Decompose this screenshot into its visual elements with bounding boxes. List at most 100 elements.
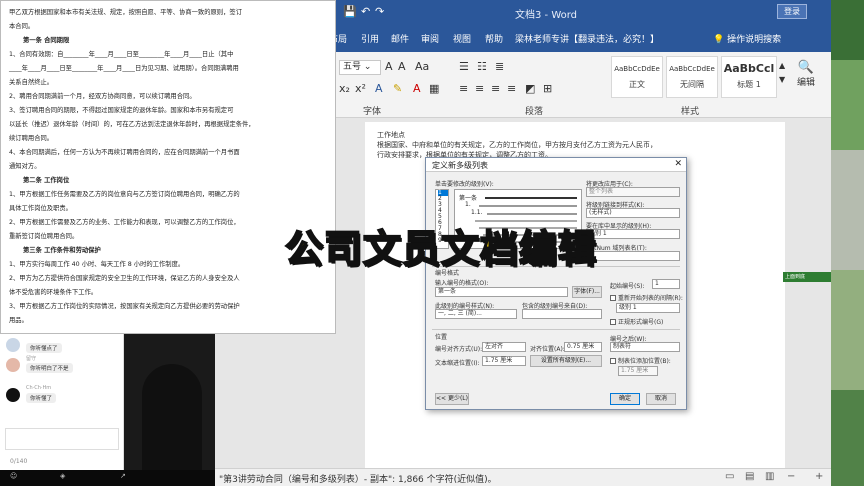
style-normal[interactable]: AaBbCcDdEe 正文	[611, 56, 663, 98]
highlight-icon[interactable]: ✎	[393, 83, 402, 95]
enter-format-label: 输入编号的格式(O):	[435, 280, 489, 287]
contract-text-line: 以延长（推迟）退休年龄（时间）的，可在乙方达到法定退休年龄时，再根据规定条件，	[9, 121, 255, 128]
contract-article-heading: 第二条 工作岗位	[23, 177, 70, 184]
login-button[interactable]: 登录	[777, 4, 807, 19]
chat-input[interactable]	[5, 428, 119, 450]
indent-label: 文本缩进位置(I):	[435, 360, 480, 367]
font-size-value: 五号	[343, 62, 362, 72]
avatar	[6, 338, 20, 352]
numbering-icon[interactable]: ☷	[477, 61, 487, 73]
align-right-icon[interactable]: ≡	[491, 83, 500, 95]
font-size-select[interactable]: 五号 ⌄	[339, 60, 381, 75]
styles-scroll-down-icon[interactable]: ▼	[779, 74, 785, 86]
gallery-level-select[interactable]: 级别 1	[586, 229, 680, 239]
tab-mailings[interactable]: 邮件	[391, 32, 409, 45]
right-video-strip	[831, 0, 864, 486]
font-button[interactable]: 字体(F)...	[572, 286, 602, 298]
emoji-icon[interactable]: ☺	[10, 472, 17, 480]
style-sample: AaBbCcDdEe	[669, 65, 715, 73]
chat-user-name: 留守	[26, 356, 37, 362]
superscript-icon[interactable]: x²	[355, 83, 366, 95]
position-section: 位置	[435, 334, 448, 341]
change-case-icon[interactable]: Aa	[415, 61, 429, 73]
zoom-in-icon[interactable]: +	[815, 471, 823, 482]
save-icon[interactable]: 💾	[343, 5, 357, 18]
editing-button[interactable]: 🔍 编辑	[789, 60, 823, 100]
chat-char-count: 0/140	[10, 458, 28, 465]
share-icon[interactable]: ↗	[120, 472, 126, 480]
shading-icon[interactable]: ◩	[525, 83, 535, 95]
restart-select[interactable]: 级别 1	[616, 303, 680, 313]
style-heading-1[interactable]: AaBbCcl 标题 1	[721, 56, 777, 98]
click-level-label: 单击要修改的级别(V):	[435, 181, 494, 188]
style-no-spacing[interactable]: AaBbCcDdEe 无间隔	[666, 56, 718, 98]
gift-icon[interactable]: ◈	[60, 472, 65, 480]
read-mode-icon[interactable]: ▭	[725, 471, 734, 482]
subscript-icon[interactable]: x₂	[339, 83, 350, 95]
ok-button[interactable]: 确定	[610, 393, 640, 405]
presenter-video	[124, 334, 215, 470]
follow-number-select[interactable]: 制表符	[610, 342, 680, 352]
tab-references[interactable]: 引用	[361, 32, 379, 45]
restart-checkbox[interactable]: 重新开始列表的间隔(R):	[610, 293, 683, 302]
char-shading-icon[interactable]: ▦	[429, 83, 439, 95]
undo-icon[interactable]: ↶	[361, 5, 370, 18]
include-level-select[interactable]	[522, 309, 602, 319]
chat-user-name: Ch·Ch·Hm	[26, 385, 52, 391]
set-all-levels-button[interactable]: 设置所有级别(E)...	[530, 355, 602, 367]
preview-bar	[485, 197, 577, 199]
dialog-title-bar: 定义新多级列表 ✕	[426, 158, 686, 172]
zoom-out-icon[interactable]: −	[787, 471, 795, 482]
status-bar: "第3讲劳动合同（编号和多级列表）- 副本": 1,866 个字符(近似值)。 …	[215, 468, 831, 486]
preview-level-3: 1.1.	[471, 209, 483, 216]
apply-to-select[interactable]: 整个列表	[586, 187, 680, 197]
print-layout-icon[interactable]: ▤	[745, 471, 754, 482]
link-style-select[interactable]: (无样式)	[586, 208, 680, 218]
contract-text-line: 3、签订聘用合同的期限，不得超过国家规定的退休年龄。国家和本市另有规定可	[9, 107, 234, 114]
tab-review[interactable]: 审阅	[421, 32, 439, 45]
contract-text-line: 用品。	[9, 317, 28, 324]
style-sample: AaBbCcDdEe	[614, 65, 660, 73]
tab-custom[interactable]: 梁林老师专讲【翻录违法，必究！】	[515, 32, 659, 45]
contract-text-line: 续订聘用合同。	[9, 135, 54, 142]
enter-format-input[interactable]: 第一条	[435, 287, 568, 297]
styles-group-label: 样式	[681, 107, 700, 117]
start-at-input[interactable]: 1	[652, 279, 680, 289]
contract-text-line: 体不受危害的环境条件下工作。	[9, 289, 98, 296]
strip-block	[831, 390, 864, 486]
borders-icon[interactable]: ⊞	[543, 83, 552, 95]
tab-add-checkbox[interactable]: 制表位添加位置(B):	[610, 356, 671, 365]
tab-help[interactable]: 帮助	[485, 32, 503, 45]
align-center-icon[interactable]: ≡	[475, 83, 484, 95]
legal-style-checkbox[interactable]: 正规形式编号(G)	[610, 317, 663, 326]
font-color-icon[interactable]: A	[413, 83, 421, 95]
preview-bar	[487, 213, 577, 215]
indent-input[interactable]: 1.75 厘米	[482, 356, 526, 366]
separator	[432, 329, 680, 330]
close-icon[interactable]: ✕	[674, 159, 682, 169]
grow-font-icon[interactable]: A	[385, 61, 393, 73]
contract-article-heading: 第三条 工作条件和劳动保护	[23, 247, 101, 254]
cancel-button[interactable]: 取消	[646, 393, 676, 405]
justify-icon[interactable]: ≡	[507, 83, 516, 95]
web-layout-icon[interactable]: ▥	[765, 471, 774, 482]
tell-me-search[interactable]: 💡 操作说明搜索	[713, 32, 781, 45]
tab-view[interactable]: 视图	[453, 32, 471, 45]
tab-add-input[interactable]: 1.75 厘米	[618, 366, 658, 376]
align-select[interactable]: 左对齐	[482, 342, 526, 352]
text-effects-icon[interactable]: A	[375, 83, 383, 95]
checkbox-box	[610, 295, 616, 301]
chat-message: Ch·Ch·Hm 你听懂了	[6, 384, 122, 414]
align-left-icon[interactable]: ≡	[459, 83, 468, 95]
shrink-font-icon[interactable]: A	[398, 61, 406, 73]
multilevel-list-icon[interactable]: ≣	[495, 61, 504, 73]
checkbox-box	[610, 358, 616, 364]
bullets-icon[interactable]: ☰	[459, 61, 469, 73]
aligned-at-input[interactable]: 0.75 厘米	[564, 342, 602, 352]
less-button[interactable]: << 更少(L)	[435, 393, 469, 405]
listnum-input[interactable]	[586, 251, 680, 261]
redo-icon[interactable]: ↷	[375, 5, 384, 18]
number-style-select[interactable]: 一, 二, 三 (简)...	[435, 309, 517, 319]
styles-scroll-up-icon[interactable]: ▲	[779, 60, 785, 72]
page-text-line: 根据国家、中府和单位的有关规定，乙方的工作岗位，甲方按月支付乙方工资为元人民币，	[377, 141, 657, 149]
